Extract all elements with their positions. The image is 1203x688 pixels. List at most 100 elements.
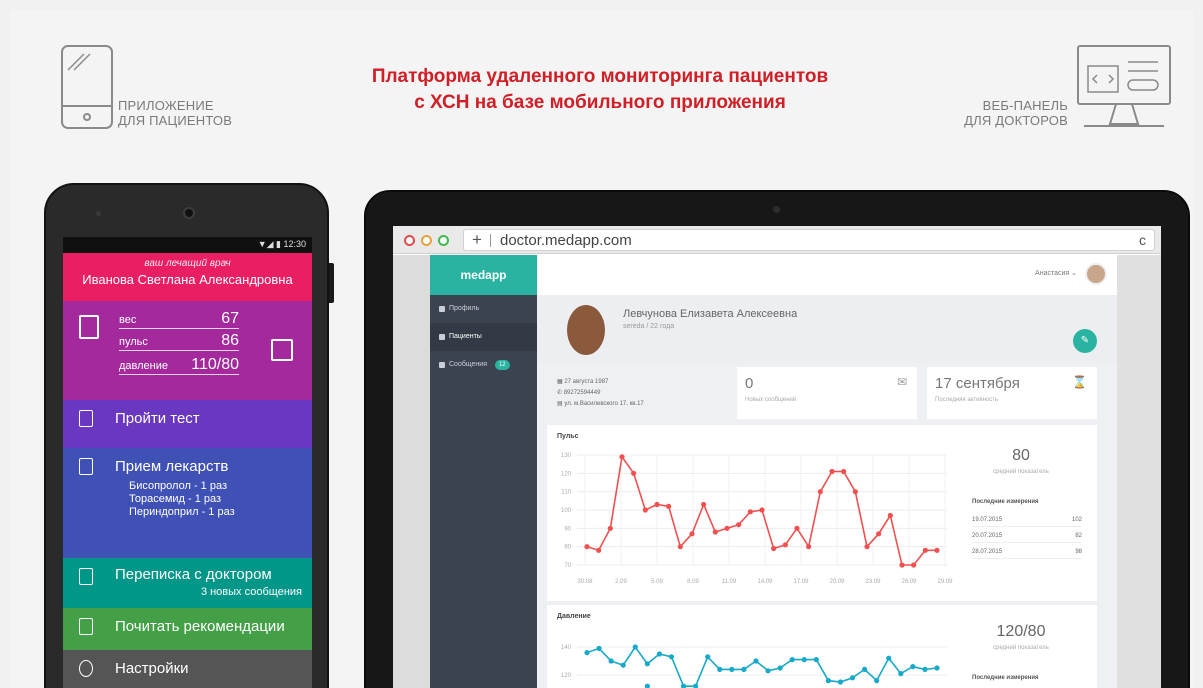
new-tab-icon[interactable]: + [472,230,482,250]
address: ▤ ул. м.Василевского 17, кв.17 [557,401,644,407]
pressure-data-point [644,683,650,688]
pills-icon [79,458,93,475]
vitals-panel[interactable]: вес 67 пульс 86 давление 110/80 [63,301,312,400]
patient-info: ▦ 27 августа 1987 ✆ 89272594449 ▤ ул. м.… [557,377,644,410]
pulse-data-point [642,507,648,513]
pulse-data-point [864,544,870,550]
user-menu[interactable]: Анастасия ⌄ [1035,269,1077,277]
doctor-block[interactable]: ваш лечащий врач Иванова Светлана Алекса… [63,253,312,301]
measurement-date: 28.07.2015 [972,549,1003,555]
x-tick-label: 29.09 [937,579,953,585]
y-tick-label: 140 [561,645,572,651]
sidebar-item-label: Профиль [449,305,480,312]
messages-badge: 12 [494,360,510,370]
pressure-data-point [656,651,663,657]
pulse-data-point [852,489,858,495]
url-text[interactable]: doctor.medapp.com [500,232,632,249]
pulse-chart-card: Пульс 130 120 110 100 90 80 70 30.08 2.09 5.09 8.0… [547,425,1097,601]
pulse-average-label: средний показатель [993,469,1049,475]
pulse-data-point [794,525,800,531]
patient-avatar [567,305,605,355]
pulse-average: 80 [1012,447,1030,464]
activity-date: 17 сентября [935,375,1020,392]
phone-screen: ▼◢ ▮ 12:30 ваш лечащий врач Иванова Свет… [63,237,312,688]
enter-data-icon[interactable] [271,339,293,361]
pressure-data-point [861,666,868,672]
web-app: medapp Профиль Пациенты Сообщения 12 Ана… [393,255,1161,688]
doctor-caption: ваш лечащий врач [144,258,231,269]
x-tick-label: 26.09 [901,579,917,585]
sidebar-item-messages[interactable]: Сообщения 12 [430,351,537,379]
sidebar-item-patients[interactable]: Пациенты [430,323,537,351]
pulse-data-point [759,507,765,513]
patient-content: Левчунова Елизавета Алексеевна sereda / … [537,295,1117,688]
recommendations-label: Почитать рекомендации [115,618,285,635]
envelope-icon: ✉ [896,375,907,389]
chat-icon [79,568,93,585]
pressure-data-point [777,665,783,671]
minimize-window-button[interactable] [421,235,432,246]
sidebar-item-label: Пациенты [449,333,482,340]
settings-button[interactable]: Настройки [63,650,312,688]
checklist-icon [79,410,93,427]
y-tick-label: 90 [564,526,571,532]
user-avatar[interactable] [1085,263,1107,285]
address-value: ул. м.Василевского 17, кв.17 [564,401,644,407]
y-tick-label: 70 [564,563,571,569]
pressure-data-point [705,654,711,660]
reload-icon[interactable]: c [1139,232,1146,248]
patient-name: Левчунова Елизавета Алексеевна [623,308,798,320]
phone-camera [183,207,195,219]
sidebar: medapp Профиль Пациенты Сообщения 12 [430,255,537,688]
pulse-data-point [934,547,940,553]
phone-sensor [96,211,101,216]
sidebar-item-profile[interactable]: Профиль [430,295,537,323]
document-icon [79,618,93,635]
edit-pencil-icon[interactable]: ✎ [1073,329,1097,353]
pressure-series-line [586,645,938,687]
chat-with-doctor-button[interactable]: Переписка с доктором 3 новых сообщения [63,558,312,608]
android-phone: ▼◢ ▮ 12:30 ваш лечащий врач Иванова Свет… [44,183,334,688]
medications-button[interactable]: Прием лекарств Бисопролол - 1 раз Торасе… [63,448,312,558]
doctors-panel-label: ВЕБ-ПАНЕЛЬ ДЛЯ ДОКТОРОВ [964,98,1068,128]
birthdate: ▦ 27 августа 1987 [557,379,609,385]
pressure-data-point [910,664,916,670]
address-bar[interactable]: + doctor.medapp.com c [463,229,1155,251]
y-tick-label: 100 [561,508,572,514]
close-window-button[interactable] [404,235,415,246]
x-tick-label: 14.09 [757,579,773,585]
users-icon [439,334,445,340]
y-tick-label: 120 [561,471,572,477]
pressure-data-point [874,678,880,684]
pressure-data-point [849,675,856,681]
pressure-data-point [765,668,771,674]
recommendations-button[interactable]: Почитать рекомендации [63,608,312,650]
take-test-label: Пройти тест [115,410,200,427]
pulse-chart: 130 120 110 100 90 80 70 30.08 2.09 5.09 8.09 11.09… [561,453,953,585]
take-test-button[interactable]: Пройти тест [63,400,312,448]
x-tick-label: 17.09 [793,579,809,585]
pressure-average: 120/80 [996,623,1046,640]
pulse-data-point [689,531,695,537]
measurement-value: 82 [1075,533,1082,539]
activity-label: Последняя активность [935,397,999,403]
top-bar: Анастасия ⌄ [537,255,1117,295]
messages-label: Новых сообщений [745,397,797,403]
brand-logo[interactable]: medapp [430,255,537,295]
messages-card[interactable]: 0 Новых сообщений ✉ [737,367,917,419]
pressure-data-point [608,658,614,664]
y-tick-label: 120 [561,673,572,679]
promo-stage: ПРИЛОЖЕНИЕ ДЛЯ ПАЦИЕНТОВ Платформа удале… [0,0,1203,688]
pressure-data-point [741,666,747,672]
maximize-window-button[interactable] [438,235,449,246]
pulse-value: 86 [221,332,239,349]
patient-header: Левчунова Елизавета Алексеевна sereda / … [537,295,1117,363]
pressure-data-point [825,678,831,684]
x-tick-label: 20.09 [829,579,845,585]
pressure-data-point [898,671,904,677]
medications-label: Прием лекарств [115,458,229,475]
pulse-data-point [712,529,718,535]
x-tick-label: 30.08 [577,579,593,585]
y-tick-label: 110 [561,490,571,496]
pressure-data-point [753,658,759,664]
